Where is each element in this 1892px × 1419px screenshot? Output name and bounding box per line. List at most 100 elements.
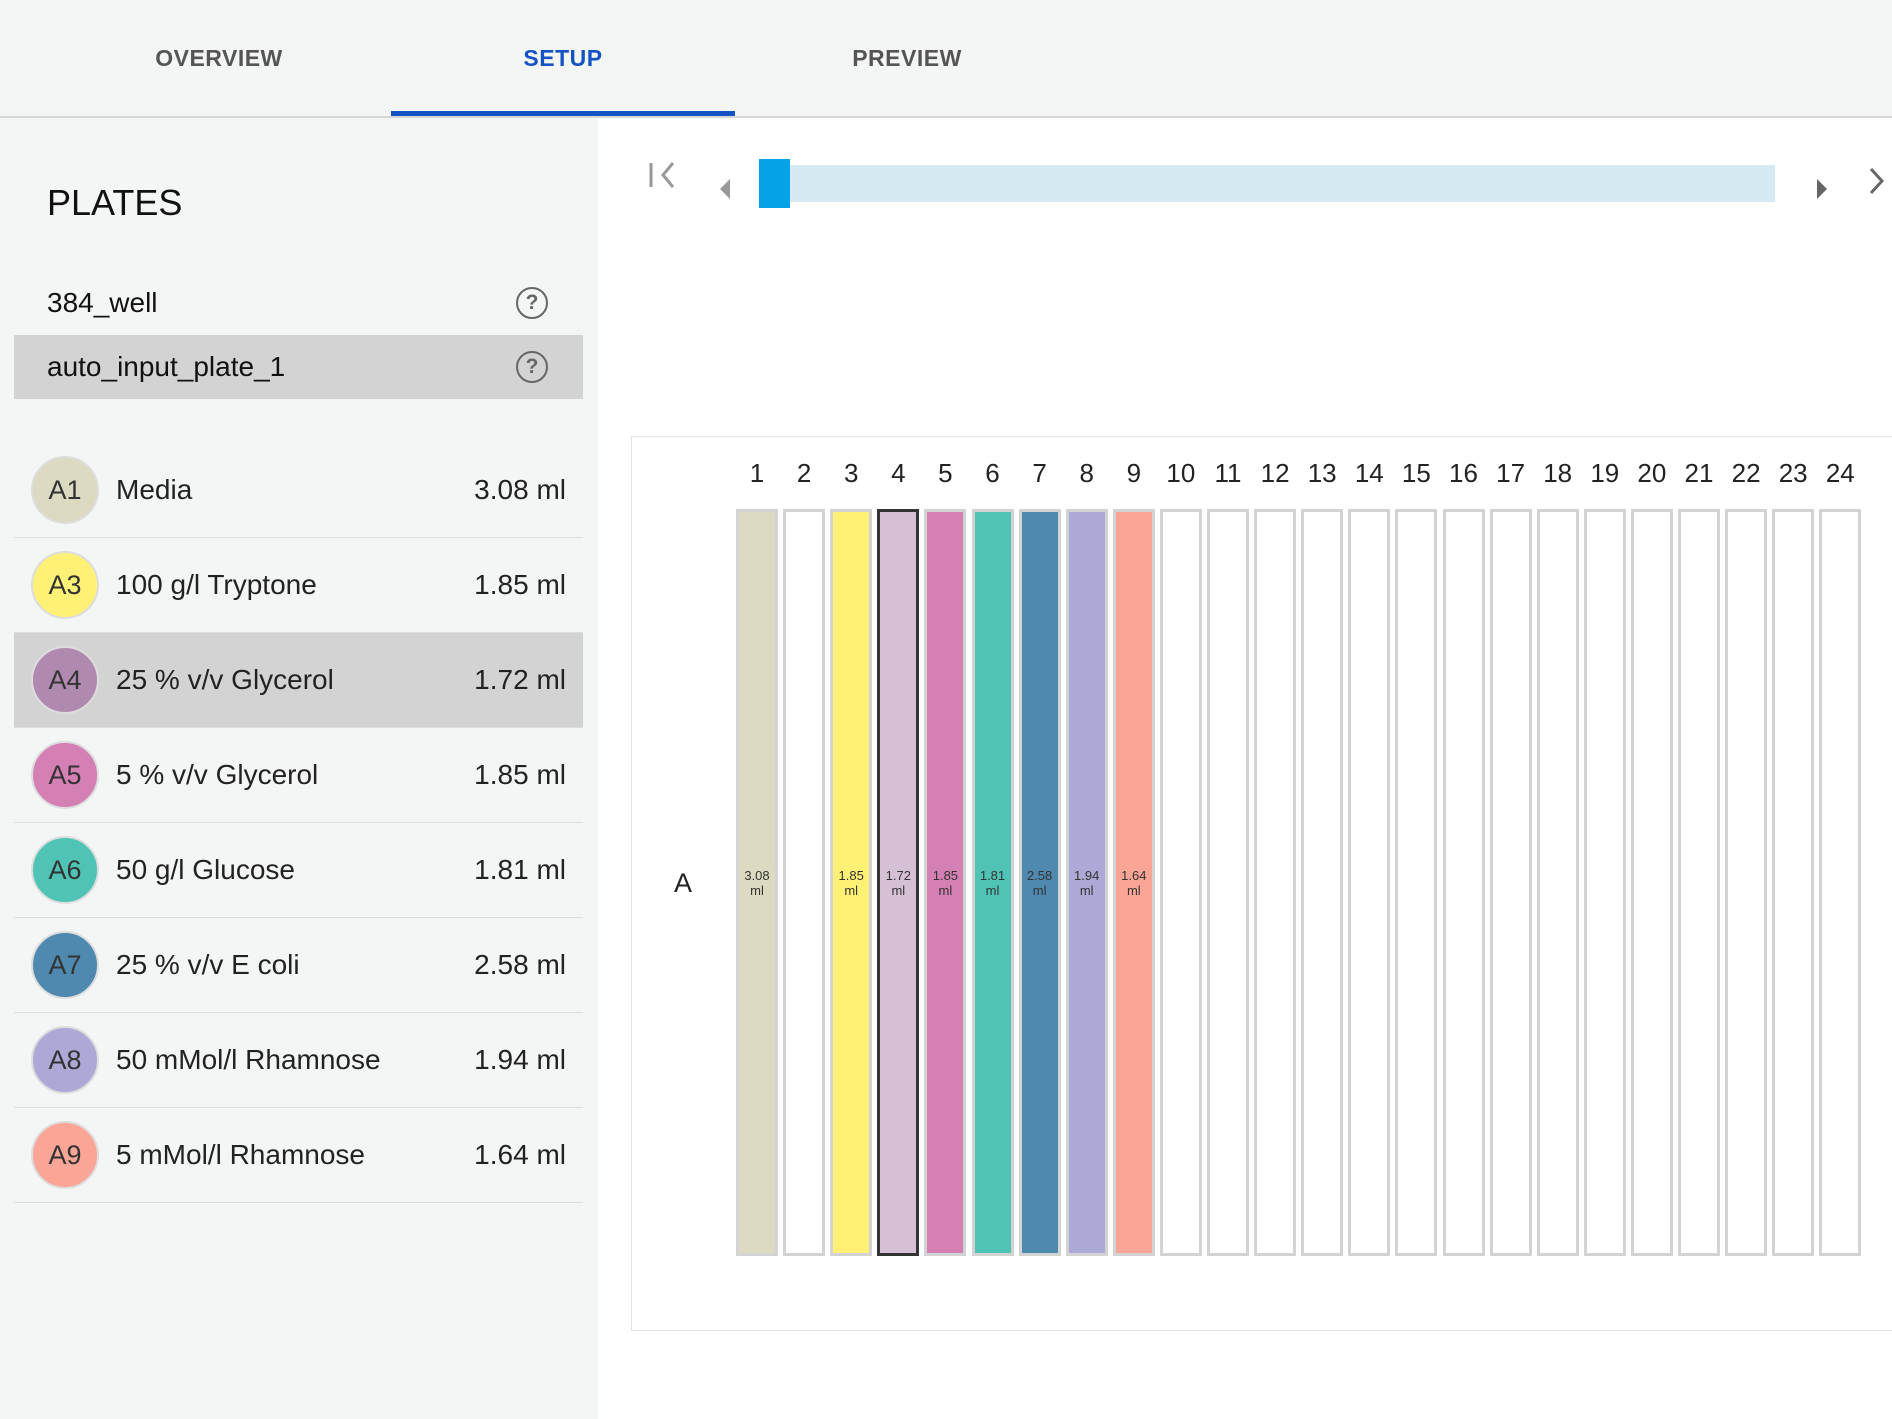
well-a18[interactable] bbox=[1536, 509, 1579, 1256]
well-badge: A4 bbox=[31, 646, 99, 714]
well-a3[interactable]: 1.85 ml bbox=[830, 509, 873, 1256]
well-volume: 1.81 ml bbox=[979, 867, 1006, 898]
reagent-name: 5 mMol/l Rhamnose bbox=[116, 1139, 365, 1170]
reagent-item[interactable]: A8 50 mMol/l Rhamnose 1.94 ml bbox=[14, 1013, 583, 1108]
well-volume: 3.08 ml bbox=[744, 867, 770, 898]
reagent-item[interactable]: A9 5 mMol/l Rhamnose 1.64 ml bbox=[14, 1108, 583, 1203]
plates-title: PLATES bbox=[47, 182, 183, 223]
reagent-volume: 3.08 ml bbox=[474, 474, 566, 505]
well-a6[interactable]: 1.81 ml bbox=[971, 509, 1014, 1256]
reagent-volume: 1.81 ml bbox=[474, 854, 566, 885]
column-number: 4 bbox=[891, 458, 906, 488]
column-number: 10 bbox=[1166, 458, 1196, 488]
well-a14[interactable] bbox=[1348, 509, 1391, 1256]
well-a2[interactable] bbox=[783, 509, 826, 1256]
column-number: 22 bbox=[1731, 458, 1761, 488]
next-icon[interactable] bbox=[1815, 170, 1829, 209]
well-a22[interactable] bbox=[1725, 509, 1768, 1256]
column-number: 21 bbox=[1684, 458, 1714, 488]
last-icon[interactable] bbox=[1868, 166, 1886, 205]
tab-setup[interactable]: SETUP bbox=[391, 0, 735, 116]
tab-overview[interactable]: OVERVIEW bbox=[47, 0, 391, 116]
reagent-volume: 1.85 ml bbox=[474, 569, 566, 600]
column-number: 24 bbox=[1825, 458, 1855, 488]
plate-name: auto_input_plate_1 bbox=[47, 351, 286, 382]
well-volume: 1.64 ml bbox=[1121, 867, 1147, 898]
reagent-name: 5 % v/v Glycerol bbox=[116, 759, 319, 790]
prev-icon[interactable] bbox=[718, 170, 732, 209]
well-volume: 2.58 ml bbox=[1026, 867, 1053, 898]
well-badge: A6 bbox=[31, 836, 99, 904]
first-page-icon[interactable] bbox=[648, 160, 678, 199]
reagent-volume: 2.58 ml bbox=[474, 949, 566, 980]
well-a13[interactable] bbox=[1301, 509, 1344, 1256]
column-number: 17 bbox=[1496, 458, 1526, 488]
column-number: 3 bbox=[843, 458, 859, 488]
column-number: 11 bbox=[1214, 458, 1242, 488]
help-icon[interactable]: ? bbox=[516, 287, 548, 319]
column-number: 13 bbox=[1307, 458, 1337, 488]
column-number: 2 bbox=[796, 458, 812, 488]
well-a17[interactable] bbox=[1489, 509, 1532, 1256]
plate-name: 384_well bbox=[47, 287, 158, 318]
well-a24[interactable] bbox=[1819, 509, 1862, 1256]
reagent-item[interactable]: A7 25 % v/v E coli 2.58 ml bbox=[14, 918, 583, 1013]
reagent-name: Media bbox=[116, 474, 193, 505]
well-a11[interactable] bbox=[1207, 509, 1249, 1256]
column-number: 19 bbox=[1590, 458, 1620, 488]
well-badge: A9 bbox=[31, 1121, 99, 1189]
well-volume: 1.85 ml bbox=[838, 867, 864, 898]
plate-item-384-well[interactable]: 384_well ? bbox=[14, 271, 583, 335]
column-number: 18 bbox=[1543, 458, 1573, 488]
well-a5[interactable]: 1.85 ml bbox=[924, 509, 967, 1256]
column-number: 9 bbox=[1126, 458, 1142, 488]
reagent-name: 25 % v/v Glycerol bbox=[116, 664, 334, 695]
reagent-item[interactable]: A3 100 g/l Tryptone 1.85 ml bbox=[14, 538, 583, 633]
well-a9[interactable]: 1.64 ml bbox=[1112, 509, 1155, 1256]
well-a23[interactable] bbox=[1772, 509, 1815, 1256]
column-number: 8 bbox=[1079, 458, 1094, 488]
well-a7[interactable]: 2.58 ml bbox=[1018, 509, 1061, 1256]
column-number: 16 bbox=[1449, 458, 1478, 488]
tab-preview[interactable]: PREVIEW bbox=[735, 0, 1079, 116]
well-a16[interactable] bbox=[1442, 509, 1485, 1256]
well-a8[interactable]: 1.94 ml bbox=[1065, 509, 1108, 1256]
well-a12[interactable] bbox=[1254, 509, 1297, 1256]
well-a1[interactable]: 3.08 ml bbox=[736, 509, 778, 1256]
column-number: 1 bbox=[749, 458, 765, 488]
well-a4[interactable]: 1.72 ml bbox=[877, 509, 920, 1256]
column-number: 14 bbox=[1354, 458, 1384, 488]
well-a10[interactable] bbox=[1159, 509, 1202, 1256]
well-badge: A3 bbox=[31, 551, 99, 619]
reagent-item[interactable]: A1 Media 3.08 ml bbox=[14, 443, 583, 538]
reagent-name: 100 g/l Tryptone bbox=[116, 569, 317, 600]
well-a15[interactable] bbox=[1395, 509, 1438, 1256]
well-volume: 1.72 ml bbox=[885, 867, 911, 898]
reagent-volume: 1.85 ml bbox=[474, 759, 566, 790]
reagent-name: 50 mMol/l Rhamnose bbox=[116, 1044, 381, 1075]
well-badge: A7 bbox=[31, 931, 99, 999]
reagent-volume: 1.64 ml bbox=[474, 1139, 566, 1170]
tab-bar: OVERVIEW SETUP PREVIEW bbox=[0, 0, 1892, 118]
reagent-item[interactable]: A5 5 % v/v Glycerol 1.85 ml bbox=[14, 728, 583, 823]
slider-thumb[interactable] bbox=[759, 159, 790, 208]
help-icon[interactable]: ? bbox=[516, 351, 548, 383]
well-a21[interactable] bbox=[1678, 509, 1720, 1256]
well-badge: A5 bbox=[31, 741, 99, 809]
reagent-volume: 1.94 ml bbox=[474, 1044, 566, 1075]
reagent-name: 50 g/l Glucose bbox=[116, 854, 295, 885]
row-label-a: A bbox=[674, 868, 693, 898]
plate-item-auto-input-plate-1[interactable]: auto_input_plate_1 ? bbox=[14, 335, 583, 399]
column-number: 20 bbox=[1637, 458, 1667, 488]
well-badge: A8 bbox=[31, 1026, 99, 1094]
column-number: 23 bbox=[1778, 458, 1808, 488]
well-a19[interactable] bbox=[1583, 509, 1626, 1256]
well-badge: A1 bbox=[31, 456, 99, 524]
slider-track[interactable] bbox=[759, 165, 1775, 202]
column-number: 5 bbox=[938, 458, 953, 488]
well-volume: 1.94 ml bbox=[1074, 867, 1100, 898]
reagent-volume: 1.72 ml bbox=[474, 664, 566, 695]
reagent-item[interactable]: A4 25 % v/v Glycerol 1.72 ml bbox=[14, 633, 583, 728]
well-a20[interactable] bbox=[1630, 509, 1673, 1256]
reagent-item[interactable]: A6 50 g/l Glucose 1.81 ml bbox=[14, 823, 583, 918]
